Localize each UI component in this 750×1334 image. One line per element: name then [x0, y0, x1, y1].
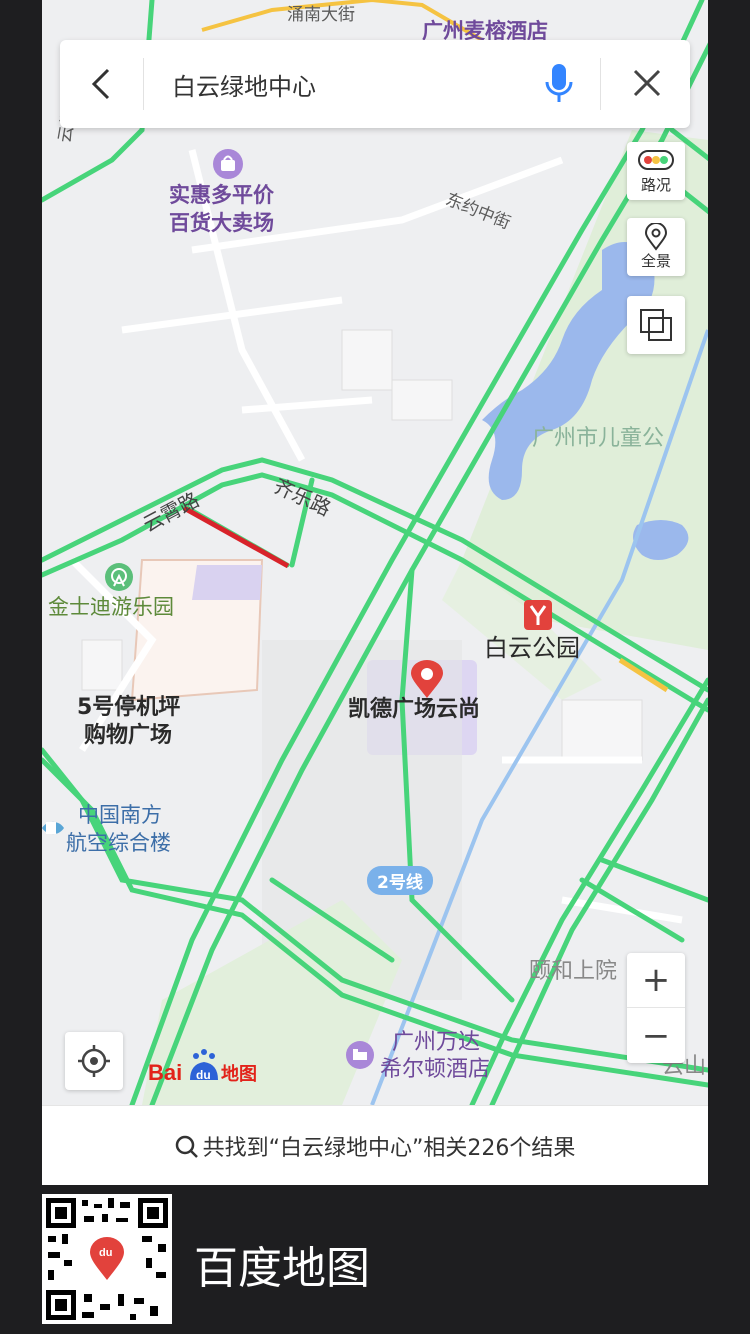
park-label: 广州市儿童公: [532, 426, 665, 451]
amusement-park-icon[interactable]: [104, 562, 134, 596]
traffic-label: 路况: [640, 176, 671, 194]
search-input[interactable]: 白云绿地中心: [172, 67, 316, 102]
metro-line-badge: 2号线: [367, 866, 433, 895]
metro-station-icon[interactable]: [524, 600, 552, 634]
svg-text:地图: 地图: [221, 1063, 257, 1085]
area-label: 颐和上院: [529, 959, 618, 984]
divider: [600, 58, 601, 110]
shopping-poi-icon[interactable]: [212, 148, 244, 184]
chevron-left-icon: [91, 68, 110, 100]
mall-label: 凯德广场云尚: [348, 697, 481, 722]
zoom-control: + −: [627, 953, 685, 1063]
parking-mall-label-line1: 5号停机坪: [77, 695, 181, 720]
crosshair-icon: [78, 1045, 110, 1077]
result-summary: 共找到“白云绿地中心”相关226个结果: [42, 1130, 708, 1162]
svg-text:du: du: [196, 1068, 211, 1082]
road-label: 涌南大街: [287, 5, 355, 25]
close-icon: [633, 69, 661, 97]
hotel-label-line1: 广州万达: [392, 1030, 481, 1055]
search-bar: 白云绿地中心: [60, 40, 690, 128]
panorama-toggle[interactable]: 全景: [627, 218, 685, 276]
zoom-out-button[interactable]: −: [627, 1009, 685, 1063]
layers-icon: [640, 309, 672, 341]
search-icon: [175, 1135, 198, 1158]
parking-mall-label-line2: 购物广场: [84, 723, 173, 748]
office-label-line2: 航空综合楼: [66, 831, 171, 855]
voice-search-button[interactable]: [545, 64, 573, 108]
svg-text:du: du: [99, 1247, 112, 1259]
baidu-map-logo: Bai du 地图: [148, 1046, 260, 1092]
result-text: 共找到“白云绿地中心”相关226个结果: [202, 1136, 576, 1161]
divider: [143, 58, 144, 110]
locate-me-button[interactable]: [65, 1032, 123, 1090]
search-result-bar[interactable]: 共找到“白云绿地中心”相关226个结果: [42, 1105, 708, 1185]
microphone-icon: [545, 64, 573, 102]
app-brand-name: 百度地图: [194, 1243, 370, 1294]
back-button[interactable]: [84, 64, 124, 104]
map-canvas[interactable]: 2号线 涌南大街 广州麦榕酒店 云街 实惠多平价 百货大卖场 东约中街 广州市儿…: [42, 0, 708, 1105]
hotel-poi-icon[interactable]: [345, 1040, 375, 1074]
hotel-label-line2: 希尔顿酒店: [380, 1057, 491, 1082]
panorama-pin-icon: [644, 222, 668, 251]
traffic-light-icon: [638, 150, 674, 170]
metro-station-label: 白云公园: [484, 634, 580, 662]
office-building-icon[interactable]: [42, 815, 64, 845]
office-label-line1: 中国南方: [78, 803, 162, 827]
svg-text:Bai: Bai: [148, 1060, 182, 1085]
zoom-in-button[interactable]: +: [627, 953, 685, 1008]
traffic-toggle[interactable]: 路况: [627, 142, 685, 200]
shop-label-line2: 百货大卖场: [169, 211, 274, 235]
amusement-park-label: 金士迪游乐园: [48, 595, 174, 619]
map-base-layer: [42, 0, 708, 1105]
clear-button[interactable]: [630, 66, 664, 104]
qr-code: du: [42, 1194, 172, 1324]
layers-button[interactable]: [627, 296, 685, 354]
shop-label-line1: 实惠多平价: [169, 183, 274, 207]
panorama-label: 全景: [640, 252, 671, 270]
